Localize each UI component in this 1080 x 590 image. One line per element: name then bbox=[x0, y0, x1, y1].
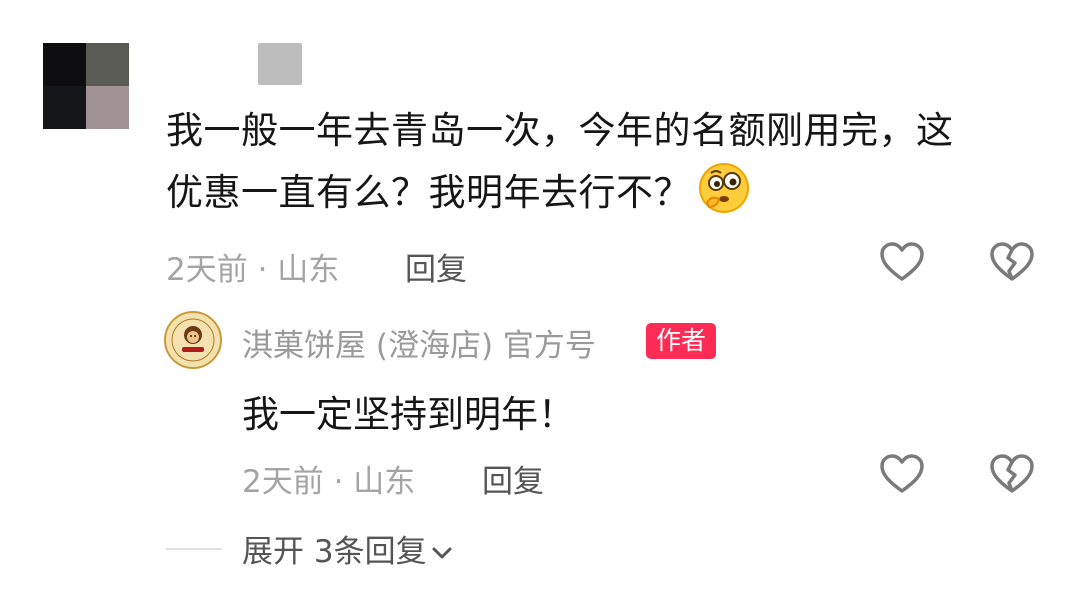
commenter-avatar[interactable] bbox=[43, 43, 129, 129]
reply-time-location: 2天前 · 山东 bbox=[242, 464, 416, 500]
comment-line-2-text: 优惠一直有么？我明年去行不？ bbox=[166, 171, 691, 214]
avatar-block bbox=[43, 86, 86, 129]
avatar-block bbox=[86, 86, 129, 129]
like-heart-icon[interactable] bbox=[878, 238, 926, 286]
bakery-logo-icon bbox=[164, 311, 222, 369]
commenter-username-redacted[interactable] bbox=[258, 43, 302, 85]
author-avatar[interactable] bbox=[164, 311, 222, 369]
comment-time-location: 2天前 · 山东 bbox=[166, 252, 340, 288]
thinking-face-emoji-icon bbox=[697, 161, 751, 233]
chevron-down-icon bbox=[431, 532, 453, 568]
comment-line-2: 优惠一直有么？我明年去行不？ bbox=[166, 161, 1036, 233]
reply-dislike-broken-heart-icon[interactable] bbox=[988, 450, 1036, 498]
comment-line-1: 我一般一年去青岛一次，今年的名额刚用完，这 bbox=[166, 109, 954, 152]
avatar-block bbox=[86, 43, 129, 86]
author-badge: 作者 bbox=[646, 323, 717, 359]
comment-body: 我一般一年去青岛一次，今年的名额刚用完，这 优惠一直有么？我明年去行不？ bbox=[166, 101, 1036, 233]
reply-body: 我一定坚持到明年！ bbox=[242, 393, 575, 436]
expand-replies-label: 展开 3条回复 bbox=[242, 534, 427, 570]
expand-divider bbox=[166, 548, 222, 550]
reply-reply-button[interactable]: 回复 bbox=[482, 456, 544, 501]
dislike-broken-heart-icon[interactable] bbox=[988, 238, 1036, 286]
expand-replies-button[interactable]: 展开 3条回复 bbox=[242, 526, 453, 571]
avatar-block bbox=[43, 43, 86, 86]
author-name[interactable]: 淇菓饼屋 (澄海店) 官方号 bbox=[242, 320, 596, 365]
comment-reply-button[interactable]: 回复 bbox=[405, 244, 467, 289]
reply-like-heart-icon[interactable] bbox=[878, 450, 926, 498]
